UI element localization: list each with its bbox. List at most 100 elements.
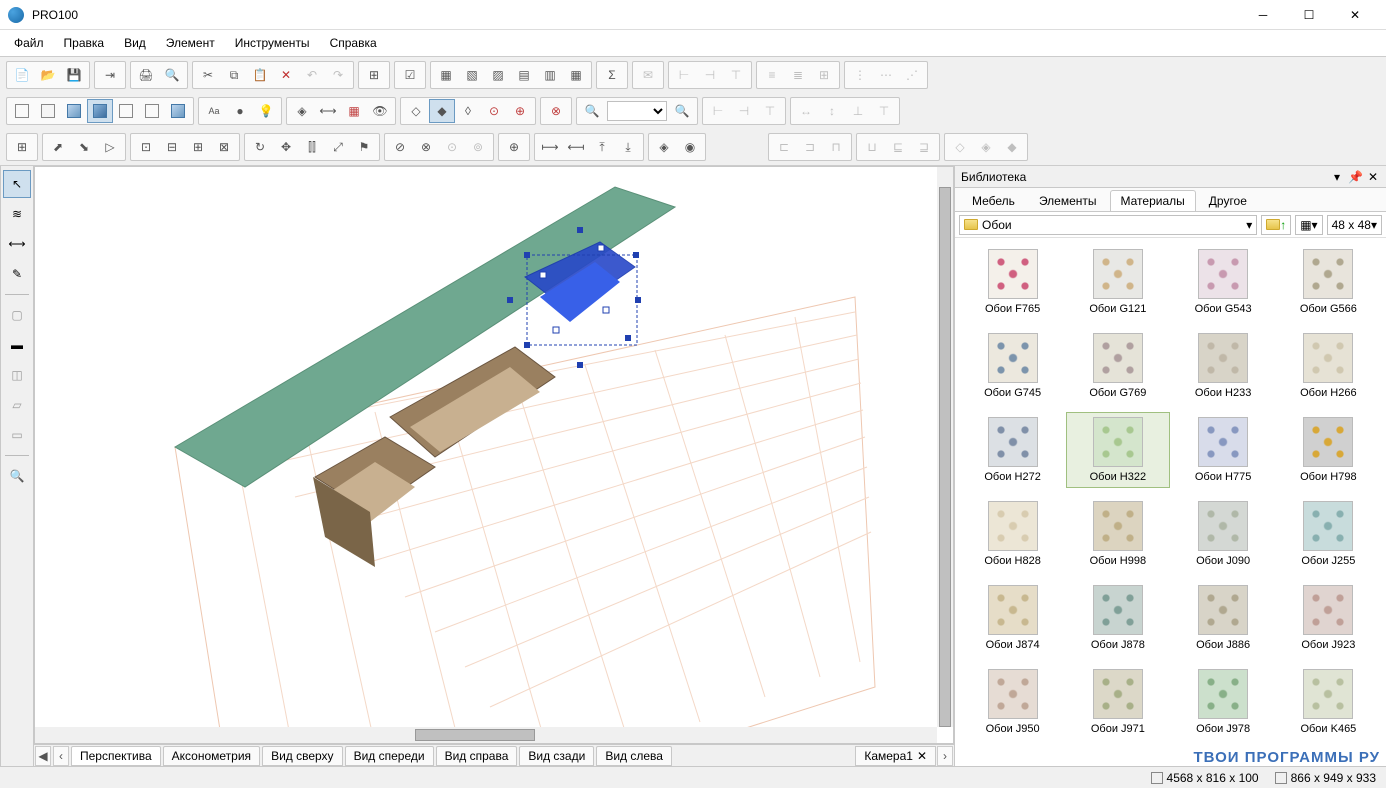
tab-perspective[interactable]: Перспектива [71, 746, 161, 766]
measure-tool[interactable]: ≋ [3, 200, 31, 228]
center-icon[interactable]: ⊗ [543, 99, 569, 123]
target-icon[interactable]: ⊕ [507, 99, 533, 123]
menu-view[interactable]: Вид [116, 33, 154, 53]
material-item[interactable]: Обои J950 [961, 664, 1064, 740]
view-wireframe-icon[interactable] [9, 99, 35, 123]
material-item[interactable]: Обои J878 [1066, 580, 1169, 656]
magnet-icon[interactable]: ⊙ [481, 99, 507, 123]
dropdown-icon[interactable]: ▾ [1330, 170, 1344, 184]
close-button[interactable]: ✕ [1332, 0, 1378, 30]
layers-icon[interactable]: ◈ [289, 99, 315, 123]
print-icon[interactable]: 🖨 [133, 63, 159, 87]
group-2-icon[interactable]: ⊟ [159, 135, 185, 159]
tab-front[interactable]: Вид спереди [345, 746, 434, 766]
view-7-icon[interactable] [165, 99, 191, 123]
eyedropper-tool[interactable]: ✎ [3, 260, 31, 288]
report-3-icon[interactable]: ▨ [485, 63, 511, 87]
lib-tab-elements[interactable]: Элементы [1028, 190, 1108, 211]
properties-icon[interactable]: ⊞ [361, 63, 387, 87]
tool-a-icon[interactable]: ◈ [651, 135, 677, 159]
pointer-tool[interactable]: ↖ [3, 170, 31, 198]
tool-b-icon[interactable]: ◉ [677, 135, 703, 159]
save-icon[interactable]: 💾 [61, 63, 87, 87]
material-item[interactable]: Обои J978 [1172, 664, 1275, 740]
view-6-icon[interactable] [139, 99, 165, 123]
panel-tool[interactable]: ▬ [3, 331, 31, 359]
close-panel-icon[interactable]: ✕ [1366, 170, 1380, 184]
grid-snap-icon[interactable]: ⊞ [9, 135, 35, 159]
grid-icon[interactable]: ▦ [341, 99, 367, 123]
report-6-icon[interactable]: ▦ [563, 63, 589, 87]
minimize-button[interactable]: ─ [1240, 0, 1286, 30]
zoom-in-icon[interactable]: 🔍 [669, 99, 695, 123]
selector-3-icon[interactable]: ▷ [97, 135, 123, 159]
lib-tab-other[interactable]: Другое [1198, 190, 1258, 211]
snap-1-icon[interactable]: ◇ [403, 99, 429, 123]
dim-2-icon[interactable]: ⟻ [563, 135, 589, 159]
sphere-icon[interactable]: ● [227, 99, 253, 123]
menu-element[interactable]: Элемент [158, 33, 223, 53]
material-item[interactable]: Обои H798 [1277, 412, 1380, 488]
light-icon[interactable]: 💡 [253, 99, 279, 123]
move-icon[interactable]: ✥ [273, 135, 299, 159]
search-tool[interactable]: 🔍 [3, 462, 31, 490]
material-item[interactable]: Обои J090 [1172, 496, 1275, 572]
lib-tab-materials[interactable]: Материалы [1110, 190, 1196, 211]
menu-help[interactable]: Справка [322, 33, 385, 53]
view-shaded-icon[interactable] [61, 99, 87, 123]
snap-3-icon[interactable]: ◊ [455, 99, 481, 123]
mirror-icon[interactable]: ⫿⫿ [299, 135, 325, 159]
vertical-scrollbar[interactable] [937, 167, 953, 727]
material-item[interactable]: Обои H775 [1172, 412, 1275, 488]
tab-nav-prev[interactable]: ‹ [53, 746, 69, 766]
material-item[interactable]: Обои G121 [1066, 244, 1169, 320]
material-item[interactable]: Обои F765 [961, 244, 1064, 320]
folder-select[interactable]: Обои ▾ [959, 215, 1257, 235]
new-file-icon[interactable]: 📄 [9, 63, 35, 87]
copy-icon[interactable]: ⧉ [221, 63, 247, 87]
menu-file[interactable]: Файл [6, 33, 52, 53]
dimension-tool[interactable]: ⟷ [3, 230, 31, 258]
material-item[interactable]: Обои J923 [1277, 580, 1380, 656]
import-icon[interactable]: ⇥ [97, 63, 123, 87]
zoom-select[interactable] [607, 101, 667, 121]
thumbnail-size-select[interactable]: 48 x 48 ▾ [1327, 215, 1382, 235]
material-item[interactable]: Обои H322 [1066, 412, 1169, 488]
menu-tools[interactable]: Инструменты [227, 33, 318, 53]
tab-axonometry[interactable]: Аксонометрия [163, 746, 260, 766]
horizontal-scrollbar[interactable] [35, 727, 937, 743]
material-item[interactable]: Обои G566 [1277, 244, 1380, 320]
report-2-icon[interactable]: ▧ [459, 63, 485, 87]
selector-icon[interactable]: ⬈ [45, 135, 71, 159]
material-item[interactable]: Обои H266 [1277, 328, 1380, 404]
view-hidden-icon[interactable] [35, 99, 61, 123]
selector-2-icon[interactable]: ⬊ [71, 135, 97, 159]
group-3-icon[interactable]: ⊞ [185, 135, 211, 159]
view-mode-button[interactable]: ▦▾ [1295, 215, 1322, 235]
check-icon[interactable]: ☑ [397, 63, 423, 87]
group-4-icon[interactable]: ⊠ [211, 135, 237, 159]
view-5-icon[interactable] [113, 99, 139, 123]
material-item[interactable]: Обои H272 [961, 412, 1064, 488]
material-item[interactable]: Обои H828 [961, 496, 1064, 572]
dimension-icon[interactable]: ⟷ [315, 99, 341, 123]
constraint-icon[interactable]: ⊕ [501, 135, 527, 159]
tab-nav-first[interactable]: ◀ [35, 746, 51, 766]
group-1-icon[interactable]: ⊡ [133, 135, 159, 159]
material-item[interactable]: Обои J255 [1277, 496, 1380, 572]
sum-icon[interactable]: Σ [599, 63, 625, 87]
menu-edit[interactable]: Правка [56, 33, 113, 53]
print-preview-icon[interactable]: 🔍 [159, 63, 185, 87]
close-tab-icon[interactable]: ✕ [917, 749, 927, 763]
maximize-button[interactable]: ☐ [1286, 0, 1332, 30]
delete-icon[interactable]: ✕ [273, 63, 299, 87]
tab-left[interactable]: Вид слева [596, 746, 672, 766]
rotate-icon[interactable]: ↻ [247, 135, 273, 159]
tab-right[interactable]: Вид справа [436, 746, 518, 766]
cut-icon[interactable]: ✂ [195, 63, 221, 87]
pin-icon[interactable]: 📌 [1348, 170, 1362, 184]
report-4-icon[interactable]: ▤ [511, 63, 537, 87]
view-textured-icon[interactable] [87, 99, 113, 123]
dim-1-icon[interactable]: ⟼ [537, 135, 563, 159]
open-file-icon[interactable]: 📂 [35, 63, 61, 87]
